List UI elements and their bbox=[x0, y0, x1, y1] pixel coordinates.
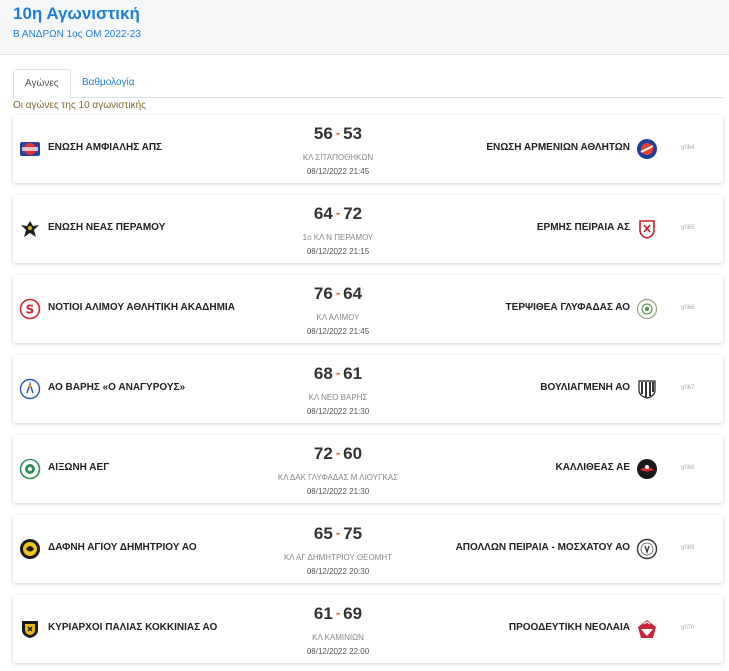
venue: ΚΛ ΝΕΟ ΒΑΡΗΣ bbox=[308, 393, 368, 402]
away-team[interactable]: ΠΡΟΟΔΕΥΤΙΚΗ ΝΕΟΛΑΙΑ bbox=[509, 622, 630, 633]
amfiali-logo-icon bbox=[19, 138, 41, 160]
away-score: 61 bbox=[343, 364, 363, 383]
home-score: 64 bbox=[313, 204, 333, 223]
home-team[interactable]: ΑΙΞΩΝΗ ΑΕΓ bbox=[48, 462, 109, 473]
match-score: 68-61 bbox=[238, 364, 438, 384]
tab-bar: Αγώνες Βαθμολογία bbox=[13, 69, 723, 99]
score-separator: - bbox=[335, 445, 341, 460]
score-separator: - bbox=[335, 605, 341, 620]
competition-subtitle[interactable]: Β ΑΝΔΡΩΝ 1ος ΟΜ 2022-23 bbox=[13, 29, 141, 40]
home-score: 68 bbox=[313, 364, 333, 383]
venue: ΚΛ ΑΛΙΜΟΥ bbox=[316, 313, 360, 322]
varis-logo-icon bbox=[19, 378, 41, 400]
match-card[interactable]: ΕΝΩΣΗ ΑΜΦΙΑΛΗΣ ΑΠΣ 56-53 ΚΛ ΣΙΤΑΠΟΘΗΚΩΝ … bbox=[13, 115, 723, 183]
match-code: g066 bbox=[681, 305, 695, 311]
tab-standings[interactable]: Βαθμολογία bbox=[71, 69, 146, 98]
kyriarxoi-logo-icon bbox=[19, 618, 41, 640]
home-team[interactable]: ΕΝΩΣΗ ΝΕΑΣ ΠΕΡΑΜΟΥ bbox=[48, 222, 165, 233]
venue: ΚΛ ΣΙΤΑΠΟΘΗΚΩΝ bbox=[302, 153, 374, 162]
venue: ΚΛ ΔΑΚ ΓΛΥΦΑΔΑΣ Μ ΛΙΟΥΓΚΑΣ bbox=[277, 473, 399, 482]
match-date: 08/12/2022 20:30 bbox=[306, 567, 370, 576]
away-team[interactable]: ΒΟΥΛΙΑΓΜΕΝΗ ΑΟ bbox=[540, 382, 630, 393]
match-card[interactable]: ΕΝΩΣΗ ΝΕΑΣ ΠΕΡΑΜΟΥ 64-72 1ο ΚΛ Ν ΠΕΡΑΜΟΥ… bbox=[13, 195, 723, 263]
match-card[interactable]: ΑΙΞΩΝΗ ΑΕΓ 72-60 ΚΛ ΔΑΚ ΓΛΥΦΑΔΑΣ Μ ΛΙΟΥΓ… bbox=[13, 435, 723, 503]
home-score: 65 bbox=[313, 524, 333, 543]
match-code: g070 bbox=[681, 625, 695, 631]
venue: ΚΛ ΚΑΜΙΝΙΩΝ bbox=[312, 633, 364, 642]
apollon-logo-icon bbox=[636, 538, 658, 560]
match-card[interactable]: ΚΥΡΙΑΡΧΟΙ ΠΑΛΙΑΣ ΚΟΚΚΙΝΙΑΣ ΑΟ 61-69 ΚΛ Κ… bbox=[13, 595, 723, 663]
dafni-logo-icon bbox=[19, 538, 41, 560]
ermis-logo-icon bbox=[636, 218, 658, 240]
away-score: 64 bbox=[343, 284, 363, 303]
away-team[interactable]: ΚΑΛΛΙΘΕΑΣ ΑΕ bbox=[555, 462, 630, 473]
home-team[interactable]: ΔΑΦΝΗ ΑΓΙΟΥ ΔΗΜΗΤΡΙΟΥ ΑΟ bbox=[48, 542, 197, 553]
eagle-logo-icon bbox=[19, 218, 41, 240]
svg-text:S: S bbox=[26, 303, 35, 317]
proodeftiki-logo-icon bbox=[636, 618, 658, 640]
match-code: g069 bbox=[681, 545, 695, 551]
home-team[interactable]: ΝΟΤΙΟΙ ΑΛΙΜΟΥ ΑΘΛΗΤΙΚΗ ΑΚΑΔΗΜΙΑ bbox=[48, 302, 235, 313]
page-header: 10η Αγωνιστική Β ΑΝΔΡΩΝ 1ος ΟΜ 2022-23 bbox=[0, 0, 729, 55]
match-score: 56-53 bbox=[238, 124, 438, 144]
home-score: 56 bbox=[313, 124, 333, 143]
away-score: 72 bbox=[343, 204, 363, 223]
match-date: 08/12/2022 21:15 bbox=[306, 247, 370, 256]
match-score: 65-75 bbox=[238, 524, 438, 544]
venue: 1ο ΚΛ Ν ΠΕΡΑΜΟΥ bbox=[302, 233, 374, 242]
match-score: 72-60 bbox=[238, 444, 438, 464]
match-date: 08/12/2022 22:00 bbox=[306, 647, 370, 656]
armenion-logo-icon bbox=[636, 138, 658, 160]
match-card[interactable]: ΔΑΦΝΗ ΑΓΙΟΥ ΔΗΜΗΤΡΙΟΥ ΑΟ 65-75 ΚΛ ΑΓ ΔΗΜ… bbox=[13, 515, 723, 583]
home-score: 76 bbox=[313, 284, 333, 303]
away-team[interactable]: ΤΕΡΨΙΘΕΑ ΓΛΥΦΑΔΑΣ ΑΟ bbox=[506, 302, 630, 313]
match-date: 08/12/2022 21:45 bbox=[306, 327, 370, 336]
match-code: g064 bbox=[681, 145, 695, 151]
tab-games[interactable]: Αγώνες bbox=[13, 69, 71, 99]
score-separator: - bbox=[335, 365, 341, 380]
score-separator: - bbox=[335, 205, 341, 220]
terpsithea-logo-icon bbox=[636, 298, 658, 320]
away-score: 53 bbox=[343, 124, 363, 143]
away-team[interactable]: ΑΠΟΛΛΩΝ ΠΕΙΡΑΙΑ - ΜΟΣΧΑΤΟΥ ΑΟ bbox=[456, 542, 630, 553]
round-label: Οι αγώνες της 10 αγωνιστικής bbox=[13, 100, 146, 111]
home-team[interactable]: ΕΝΩΣΗ ΑΜΦΙΑΛΗΣ ΑΠΣ bbox=[48, 142, 162, 153]
notioi-logo-icon: S bbox=[19, 298, 41, 320]
score-separator: - bbox=[335, 125, 341, 140]
home-team[interactable]: ΚΥΡΙΑΡΧΟΙ ΠΑΛΙΑΣ ΚΟΚΚΙΝΙΑΣ ΑΟ bbox=[48, 622, 217, 633]
venue: ΚΛ ΑΓ ΔΗΜΗΤΡΙΟΥ ΘΕΟΜΗΤ bbox=[283, 553, 393, 562]
home-score: 61 bbox=[313, 604, 333, 623]
match-card[interactable]: ΑΟ ΒΑΡΗΣ «Ο ΑΝΑΓΥΡΟΥΣ» 68-61 ΚΛ ΝΕΟ ΒΑΡΗ… bbox=[13, 355, 723, 423]
match-code: g067 bbox=[681, 385, 695, 391]
match-date: 08/12/2022 21:30 bbox=[306, 487, 370, 496]
away-score: 69 bbox=[343, 604, 363, 623]
page-title: 10η Αγωνιστική bbox=[13, 4, 140, 23]
match-code: g068 bbox=[681, 465, 695, 471]
aixoni-logo-icon bbox=[19, 458, 41, 480]
vouliagmeni-logo-icon bbox=[636, 378, 658, 400]
home-team[interactable]: ΑΟ ΒΑΡΗΣ «Ο ΑΝΑΓΥΡΟΥΣ» bbox=[48, 382, 185, 393]
match-score: 76-64 bbox=[238, 284, 438, 304]
match-score: 61-69 bbox=[238, 604, 438, 624]
away-team[interactable]: ΕΡΜΗΣ ΠΕΙΡΑΙΑ ΑΣ bbox=[537, 222, 630, 233]
away-score: 60 bbox=[343, 444, 363, 463]
kallithea-logo-icon bbox=[636, 458, 658, 480]
away-score: 75 bbox=[343, 524, 363, 543]
match-card[interactable]: S ΝΟΤΙΟΙ ΑΛΙΜΟΥ ΑΘΛΗΤΙΚΗ ΑΚΑΔΗΜΙΑ 76-64 … bbox=[13, 275, 723, 343]
away-team[interactable]: ΕΝΩΣΗ ΑΡΜΕΝΙΩΝ ΑΘΛΗΤΩΝ bbox=[486, 142, 630, 153]
home-score: 72 bbox=[313, 444, 333, 463]
match-code: g065 bbox=[681, 225, 695, 231]
match-date: 08/12/2022 21:30 bbox=[306, 407, 370, 416]
score-separator: - bbox=[335, 285, 341, 300]
match-date: 08/12/2022 21:45 bbox=[306, 167, 370, 176]
match-score: 64-72 bbox=[238, 204, 438, 224]
score-separator: - bbox=[335, 525, 341, 540]
